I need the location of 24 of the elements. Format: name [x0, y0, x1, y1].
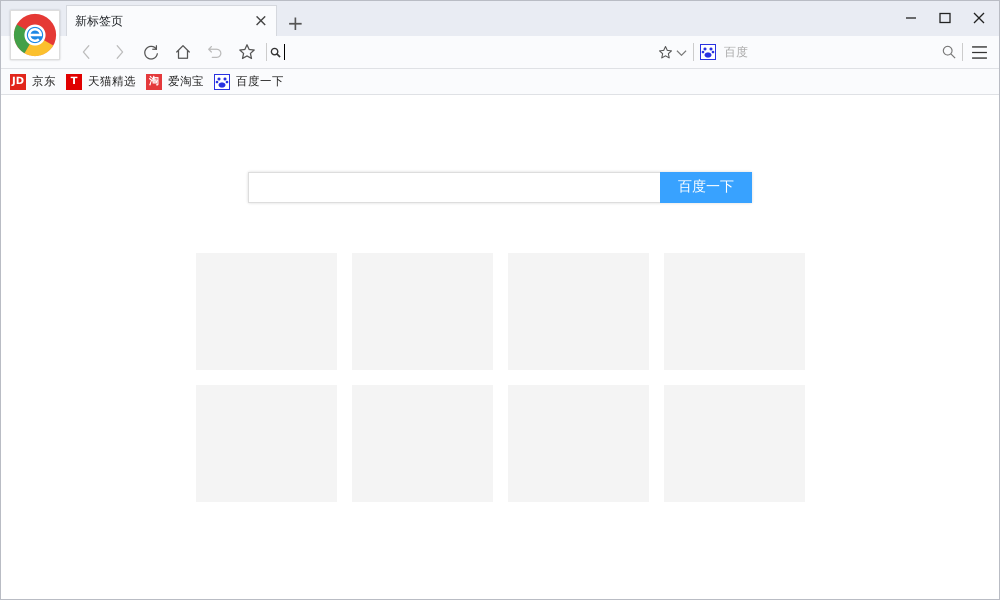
bookmark-icon: 淘	[146, 74, 162, 90]
bookmark-link[interactable]: 百度一下	[236, 72, 284, 90]
paw-icon[interactable]	[700, 44, 716, 60]
star-icon[interactable]	[658, 44, 673, 60]
star-icon[interactable]	[238, 43, 256, 61]
bookmark-link[interactable]: 天猫精选	[88, 72, 136, 90]
tab-title: 新标签页	[75, 13, 123, 30]
search-field[interactable]	[248, 172, 660, 203]
home-icon[interactable]	[174, 43, 192, 61]
maximize-icon[interactable]	[939, 12, 951, 24]
new-tab-button[interactable]: +	[277, 13, 314, 33]
search-icon	[270, 46, 281, 58]
menu-icon[interactable]	[972, 46, 987, 58]
bookmark-icon: T	[66, 74, 82, 90]
browser-logo-icon[interactable]	[10, 10, 60, 60]
bookmark-link[interactable]: 京东	[32, 72, 56, 90]
browser-tab[interactable]: 新标签页 ×	[66, 5, 277, 36]
bookmark-link[interactable]: 爱淘宝	[168, 72, 204, 90]
close-tab-button[interactable]: ×	[254, 12, 268, 30]
close-icon[interactable]	[973, 12, 985, 24]
refresh-icon[interactable]	[142, 43, 160, 61]
search-field[interactable]: 百度	[722, 41, 942, 63]
search-icon[interactable]	[942, 45, 956, 59]
bookmark-icon: JD	[10, 74, 26, 90]
